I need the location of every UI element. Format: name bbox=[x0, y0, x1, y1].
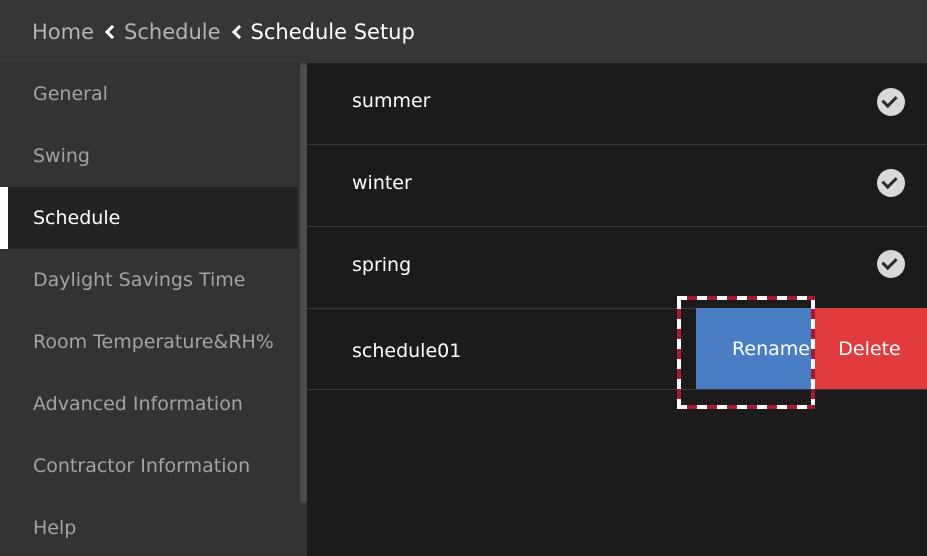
schedule-row-summer[interactable]: summer bbox=[307, 63, 927, 145]
sidebar-scrollbar[interactable] bbox=[300, 63, 307, 503]
checkmark-icon[interactable] bbox=[877, 250, 905, 278]
delete-button[interactable]: Delete bbox=[812, 308, 927, 389]
sidebar-item-label: General bbox=[33, 83, 108, 105]
sidebar-item-label: Room Temperature&RH% bbox=[33, 331, 274, 353]
header-bar: Home Schedule Schedule Setup bbox=[0, 0, 927, 63]
sidebar: General Swing Schedule Daylight Savings … bbox=[0, 63, 307, 556]
chevron-left-icon bbox=[231, 22, 245, 42]
sidebar-item-label: Contractor Information bbox=[33, 455, 251, 477]
sidebar-item-general[interactable]: General bbox=[0, 63, 298, 125]
schedule-name: summer bbox=[352, 90, 431, 112]
sidebar-item-label: Advanced Information bbox=[33, 393, 243, 415]
delete-label: Delete bbox=[838, 337, 901, 360]
schedule-name: winter bbox=[352, 172, 412, 194]
schedule-row-schedule01[interactable]: schedule01 Rename Delete bbox=[307, 308, 927, 390]
schedule-setup-screen: Home Schedule Schedule Setup General Swi… bbox=[0, 0, 927, 556]
rename-label: Rename bbox=[732, 337, 810, 360]
sidebar-item-advanced-information[interactable]: Advanced Information bbox=[0, 373, 298, 435]
sidebar-item-label: Help bbox=[33, 517, 77, 539]
sidebar-item-swing[interactable]: Swing bbox=[0, 125, 298, 187]
sidebar-item-room-temperature-rh[interactable]: Room Temperature&RH% bbox=[0, 311, 298, 373]
sidebar-item-help[interactable]: Help bbox=[0, 497, 298, 556]
sidebar-item-label: Daylight Savings Time bbox=[33, 269, 246, 291]
page-title: Schedule Setup bbox=[250, 19, 415, 44]
breadcrumb-home[interactable]: Home bbox=[32, 20, 94, 44]
rename-button[interactable]: Rename bbox=[696, 308, 812, 389]
active-indicator bbox=[0, 187, 8, 249]
sidebar-item-daylight-savings-time[interactable]: Daylight Savings Time bbox=[0, 249, 298, 311]
schedule-row-winter[interactable]: winter bbox=[307, 145, 927, 227]
checkmark-icon[interactable] bbox=[877, 169, 905, 197]
sidebar-item-label: Schedule bbox=[33, 207, 121, 229]
schedule-name: schedule01 bbox=[352, 340, 462, 362]
schedule-list: summer winter spring schedule01 Rename D… bbox=[307, 63, 927, 556]
breadcrumb-schedule[interactable]: Schedule bbox=[124, 20, 221, 44]
schedule-row-spring[interactable]: spring bbox=[307, 227, 927, 309]
chevron-left-icon bbox=[104, 22, 118, 42]
checkmark-icon[interactable] bbox=[877, 88, 905, 116]
sidebar-item-contractor-information[interactable]: Contractor Information bbox=[0, 435, 298, 497]
schedule-name: spring bbox=[352, 254, 412, 276]
sidebar-item-label: Swing bbox=[33, 145, 90, 167]
sidebar-item-schedule[interactable]: Schedule bbox=[0, 187, 298, 249]
